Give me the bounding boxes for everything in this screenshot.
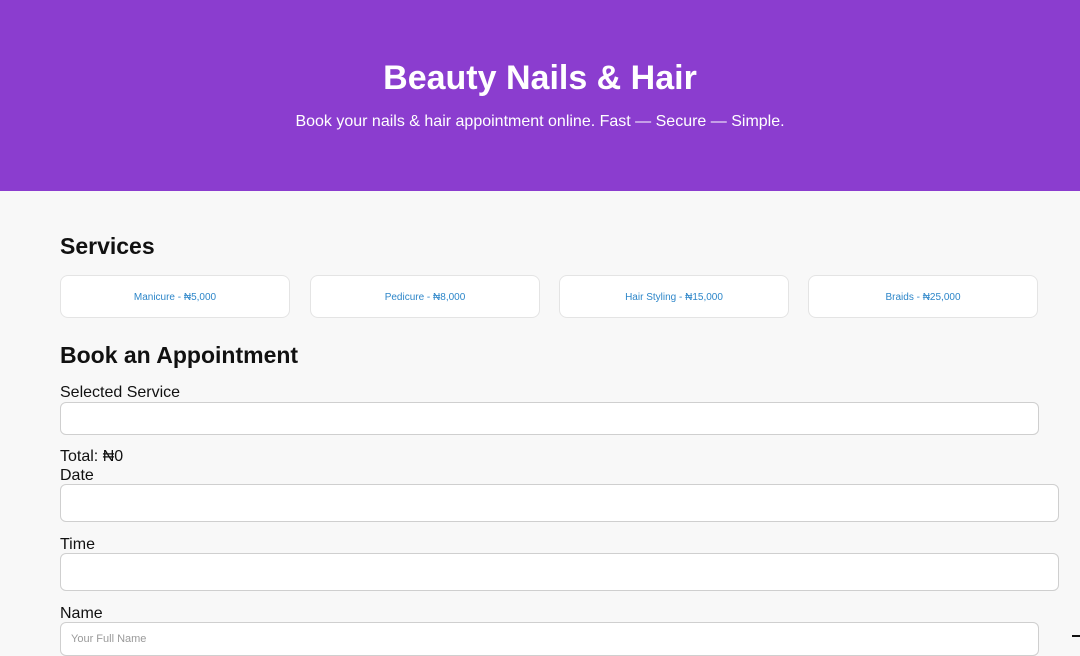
site-title: Beauty Nails & Hair xyxy=(383,59,697,97)
hero-banner: Beauty Nails & Hair Book your nails & ha… xyxy=(0,0,1080,191)
service-card-hair-styling[interactable]: Hair Styling - ₦15,000 xyxy=(559,275,789,318)
booking-heading: Book an Appointment xyxy=(60,342,299,368)
name-field[interactable] xyxy=(60,622,1039,656)
total-amount: Total: ₦0 xyxy=(60,448,124,465)
services-heading: Services xyxy=(60,233,155,259)
name-label: Name xyxy=(60,605,103,622)
date-field[interactable] xyxy=(60,484,1059,522)
date-label: Date xyxy=(60,467,94,484)
service-card-manicure[interactable]: Manicure - ₦5,000 xyxy=(60,275,290,318)
selected-service-field[interactable] xyxy=(60,402,1039,435)
time-field[interactable] xyxy=(60,553,1059,591)
time-label: Time xyxy=(60,536,95,553)
selected-service-label: Selected Service xyxy=(60,384,181,401)
site-tagline: Book your nails & hair appointment onlin… xyxy=(295,113,785,130)
service-card-pedicure[interactable]: Pedicure - ₦8,000 xyxy=(310,275,540,318)
service-card-braids[interactable]: Braids - ₦25,000 xyxy=(808,275,1038,318)
edge-mark xyxy=(1072,635,1080,637)
